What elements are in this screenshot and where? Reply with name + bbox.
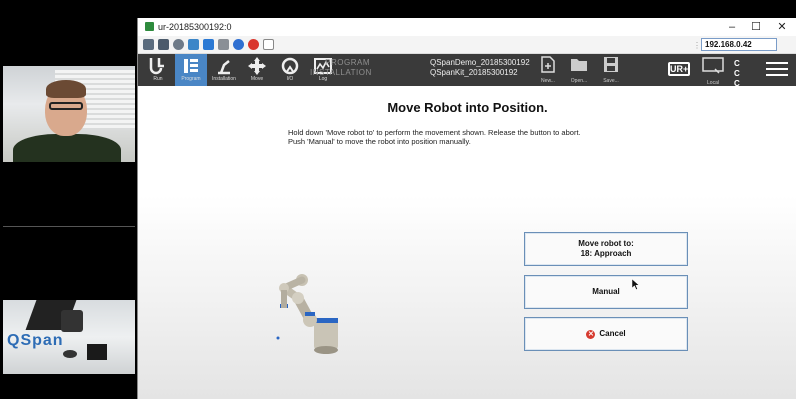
- move-icon: [248, 57, 266, 75]
- maximize-button[interactable]: ☐: [745, 19, 767, 35]
- installation-icon: [218, 60, 230, 75]
- manual-button[interactable]: Manual: [524, 275, 688, 309]
- screen: QSpan ur-20185300192:0 – ☐ ✕ ⋮ 192.168.0…: [0, 0, 796, 399]
- tab-run[interactable]: Run: [142, 54, 174, 86]
- grip-icon: ⋮: [693, 41, 701, 50]
- urplus-button[interactable]: UR+: [668, 62, 690, 76]
- polyscope-header: Run Program Installation Move I/O Log PR…: [138, 54, 796, 98]
- tab-move-label: Move: [250, 76, 264, 82]
- installation-name: QSpanKit_20185300192: [430, 68, 518, 77]
- local-control-button[interactable]: Local: [700, 57, 726, 86]
- hamburger-menu-icon[interactable]: [766, 62, 788, 78]
- program-key: PROGRAM: [325, 58, 370, 67]
- minimize-button[interactable]: –: [721, 19, 743, 35]
- window-title: ur-20185300192:0: [158, 22, 232, 32]
- tab-io[interactable]: I/O: [274, 54, 306, 86]
- windows-icon[interactable]: [203, 39, 214, 50]
- keyboard-icon[interactable]: [218, 39, 229, 50]
- local-control-icon: [702, 57, 724, 74]
- cancel-button[interactable]: ✕ Cancel: [524, 317, 688, 351]
- new-file-icon: [541, 56, 555, 73]
- speed-top: C C: [734, 59, 744, 78]
- video-divider: [3, 226, 135, 227]
- file-transfer-icon[interactable]: [263, 39, 274, 50]
- tab-program-label: Program: [181, 76, 201, 82]
- open-folder-icon: [571, 59, 587, 71]
- move-button-line-2: 18: Approach: [580, 249, 632, 258]
- tab-io-label: I/O: [286, 76, 294, 82]
- new-button-label: New...: [541, 78, 555, 84]
- open-button-label: Open...: [570, 78, 588, 84]
- disconnect-icon[interactable]: [248, 39, 259, 50]
- installation-key: INSTALLATION: [310, 68, 372, 77]
- new-button[interactable]: New...: [533, 56, 563, 84]
- fullscreen-icon[interactable]: [158, 39, 169, 50]
- instruction-line-2: Push 'Manual' to move the robot into pos…: [288, 137, 471, 146]
- tab-program[interactable]: Program: [175, 54, 207, 86]
- instruction-line-1: Hold down 'Move robot to' to perform the…: [288, 128, 581, 137]
- save-icon: [604, 57, 618, 72]
- settings-icon[interactable]: [143, 39, 154, 50]
- info-icon[interactable]: [233, 39, 244, 50]
- dialog-instructions: Hold down 'Move robot to' to perform the…: [288, 128, 581, 146]
- mouse-cursor-icon: [632, 279, 640, 290]
- save-button-label: Save...: [603, 78, 619, 84]
- vnc-viewer-window: ur-20185300192:0 – ☐ ✕ ⋮ 192.168.0.42 Ru…: [137, 18, 796, 399]
- io-icon: [281, 57, 299, 75]
- cancel-icon: ✕: [586, 329, 596, 339]
- program-icon: [184, 59, 198, 73]
- tab-run-label: Run: [153, 76, 163, 82]
- manual-button-label: Manual: [592, 287, 620, 296]
- tab-installation-label: Installation: [212, 76, 236, 82]
- cancel-button-label: Cancel: [599, 329, 626, 338]
- tab-installation[interactable]: Installation: [208, 54, 240, 86]
- ur-logo-icon: [149, 58, 164, 75]
- move-button-line-1: Move robot to:: [578, 239, 634, 248]
- address-field[interactable]: 192.168.0.42: [701, 38, 777, 51]
- tab-move[interactable]: Move: [241, 54, 273, 86]
- robot-cell-camera: QSpan: [3, 300, 135, 374]
- open-button[interactable]: Open...: [564, 56, 594, 84]
- robot-arm-preview: [276, 274, 338, 354]
- program-name: QSpanDemo_20185300192: [430, 58, 530, 67]
- refresh-icon[interactable]: [188, 39, 199, 50]
- close-button[interactable]: ✕: [771, 19, 793, 35]
- vnc-toolbar: ⋮ 192.168.0.42: [138, 36, 796, 54]
- move-robot-to-button[interactable]: Move robot to: 18: Approach: [524, 232, 688, 266]
- move-robot-dialog: Move Robot into Position. Hold down 'Mov…: [138, 86, 796, 399]
- save-button[interactable]: Save...: [596, 56, 626, 84]
- dialog-heading: Move Robot into Position.: [387, 100, 548, 115]
- gear-icon[interactable]: [173, 39, 184, 50]
- window-titlebar: ur-20185300192:0 – ☐ ✕: [138, 18, 796, 36]
- presenter-webcam: [3, 66, 135, 162]
- vnc-app-icon: [145, 22, 154, 31]
